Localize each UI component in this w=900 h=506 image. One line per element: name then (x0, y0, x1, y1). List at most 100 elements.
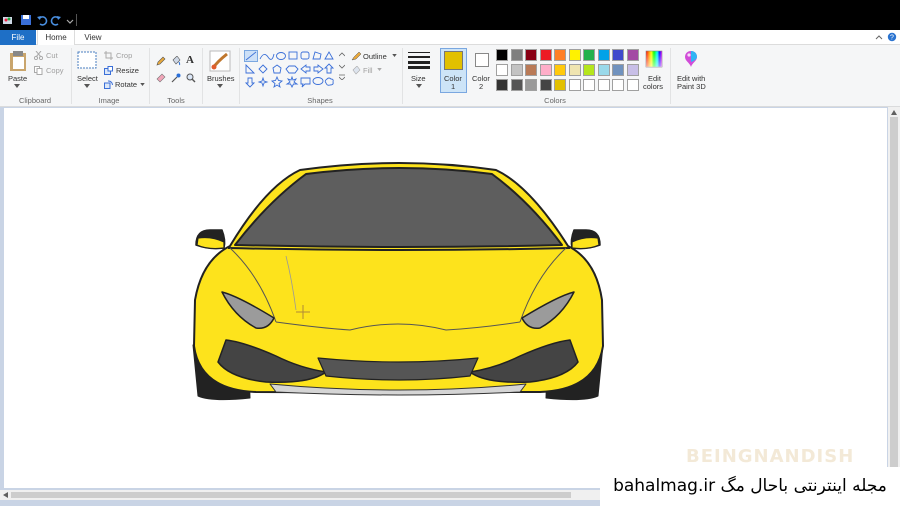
ribbon-tabs: File Home View ? (0, 30, 900, 46)
crop-button[interactable]: Crop (116, 51, 132, 60)
pencil-icon[interactable] (156, 56, 166, 66)
rotate-dropdown-icon[interactable] (140, 83, 145, 86)
palette-swatch[interactable] (539, 49, 552, 61)
resize-button[interactable]: Resize (116, 66, 139, 75)
fill-button[interactable]: Fill (363, 66, 373, 75)
tools-group-label: Tools (167, 96, 185, 105)
palette-swatch[interactable] (612, 79, 624, 91)
eraser-icon[interactable] (156, 73, 166, 83)
save-icon[interactable] (20, 14, 32, 26)
collapse-ribbon-icon[interactable] (875, 33, 883, 41)
ribbon: Paste Cut Copy Clipboard Select Crop Res… (0, 45, 900, 107)
copy-icon (34, 66, 43, 75)
svg-text:?: ? (890, 35, 894, 42)
palette-swatch[interactable] (597, 64, 610, 76)
paste-icon[interactable] (9, 50, 27, 72)
paste-dropdown-icon[interactable] (14, 84, 20, 88)
palette-swatch[interactable] (510, 79, 523, 91)
cut-button[interactable]: Cut (46, 51, 58, 60)
palette-swatch[interactable] (525, 49, 537, 61)
group-separator (402, 48, 403, 104)
palette-swatch[interactable] (583, 49, 595, 61)
palette-swatch[interactable] (496, 79, 508, 91)
palette-swatch[interactable] (612, 49, 624, 61)
palette-swatch[interactable] (583, 79, 595, 91)
text-tool-icon[interactable]: A (186, 54, 194, 66)
palette-swatch[interactable] (539, 64, 552, 76)
outline-dropdown-icon[interactable] (392, 54, 397, 57)
color2-number: 2 (479, 82, 484, 91)
select-dropdown-icon[interactable] (84, 84, 90, 88)
tab-file[interactable]: File (0, 30, 36, 45)
color1-swatch[interactable] (444, 51, 463, 70)
palette-swatch[interactable] (568, 79, 581, 91)
color-palette (496, 49, 643, 93)
horizontal-scrollbar[interactable] (0, 490, 600, 500)
palette-swatch[interactable] (612, 64, 624, 76)
rotate-button[interactable]: Rotate (115, 80, 137, 89)
paint-app-icon (3, 17, 12, 24)
palette-swatch[interactable] (554, 64, 566, 76)
brushes-dropdown-icon[interactable] (217, 84, 223, 88)
paint3d-icon[interactable] (682, 50, 700, 68)
size-dropdown-icon[interactable] (416, 84, 422, 88)
customize-toolbar-icon[interactable] (64, 14, 76, 26)
group-separator (670, 48, 671, 104)
palette-swatch[interactable] (510, 64, 523, 76)
palette-swatch[interactable] (626, 49, 639, 61)
undo-icon[interactable] (36, 14, 48, 26)
edit-colors-label-2[interactable]: colors (643, 82, 663, 91)
paint3d-label-2[interactable]: Paint 3D (677, 82, 706, 91)
shapes-gallery[interactable] (244, 50, 344, 90)
palette-swatch[interactable] (525, 79, 537, 91)
crop-icon (104, 51, 113, 60)
tab-home[interactable]: Home (37, 30, 75, 46)
help-icon[interactable]: ? (887, 32, 897, 42)
palette-swatch[interactable] (568, 49, 581, 61)
rotate-icon (104, 80, 113, 89)
size-button[interactable]: Size (411, 74, 426, 83)
scroll-up-icon[interactable] (891, 110, 897, 115)
select-button[interactable]: Select (77, 74, 98, 83)
palette-swatch[interactable] (554, 79, 566, 91)
shapes-scroll-icon[interactable] (339, 52, 345, 80)
palette-swatch[interactable] (539, 79, 552, 91)
vertical-scrollbar[interactable] (888, 107, 900, 493)
brushes-icon[interactable] (209, 50, 231, 72)
magnifier-icon[interactable] (186, 73, 196, 83)
fill-bucket-icon[interactable] (171, 56, 181, 66)
select-icon[interactable] (77, 51, 97, 69)
palette-swatch[interactable] (597, 49, 610, 61)
color2-swatch[interactable] (475, 53, 489, 67)
palette-swatch[interactable] (525, 64, 537, 76)
cut-icon (34, 51, 43, 60)
palette-swatch[interactable] (496, 49, 508, 61)
palette-swatch[interactable] (583, 64, 595, 76)
color-picker-icon[interactable] (171, 73, 181, 83)
palette-swatch[interactable] (626, 79, 639, 91)
drawing-canvas[interactable] (4, 108, 887, 488)
vertical-scroll-thumb[interactable] (890, 117, 898, 472)
copy-button[interactable]: Copy (46, 66, 64, 75)
palette-swatch[interactable] (597, 79, 610, 91)
color1-number: 1 (451, 82, 456, 91)
edit-colors-icon[interactable] (645, 50, 663, 68)
group-separator (71, 48, 72, 104)
paste-button[interactable]: Paste (8, 74, 27, 83)
outline-icon[interactable] (351, 52, 361, 61)
tab-view[interactable]: View (76, 30, 110, 45)
horizontal-scroll-thumb[interactable] (11, 492, 571, 498)
palette-swatch[interactable] (510, 49, 523, 61)
redo-icon[interactable] (50, 14, 62, 26)
brushes-button[interactable]: Brushes (207, 74, 235, 83)
group-separator (202, 48, 203, 104)
outline-button[interactable]: Outline (363, 52, 387, 61)
size-icon[interactable] (408, 51, 430, 69)
palette-swatch[interactable] (568, 64, 581, 76)
palette-swatch[interactable] (496, 64, 508, 76)
scroll-left-icon[interactable] (3, 492, 8, 498)
image-group-label: Image (98, 96, 120, 105)
palette-swatch[interactable] (554, 49, 566, 61)
palette-swatch[interactable] (626, 64, 639, 76)
car-drawing (192, 162, 604, 401)
